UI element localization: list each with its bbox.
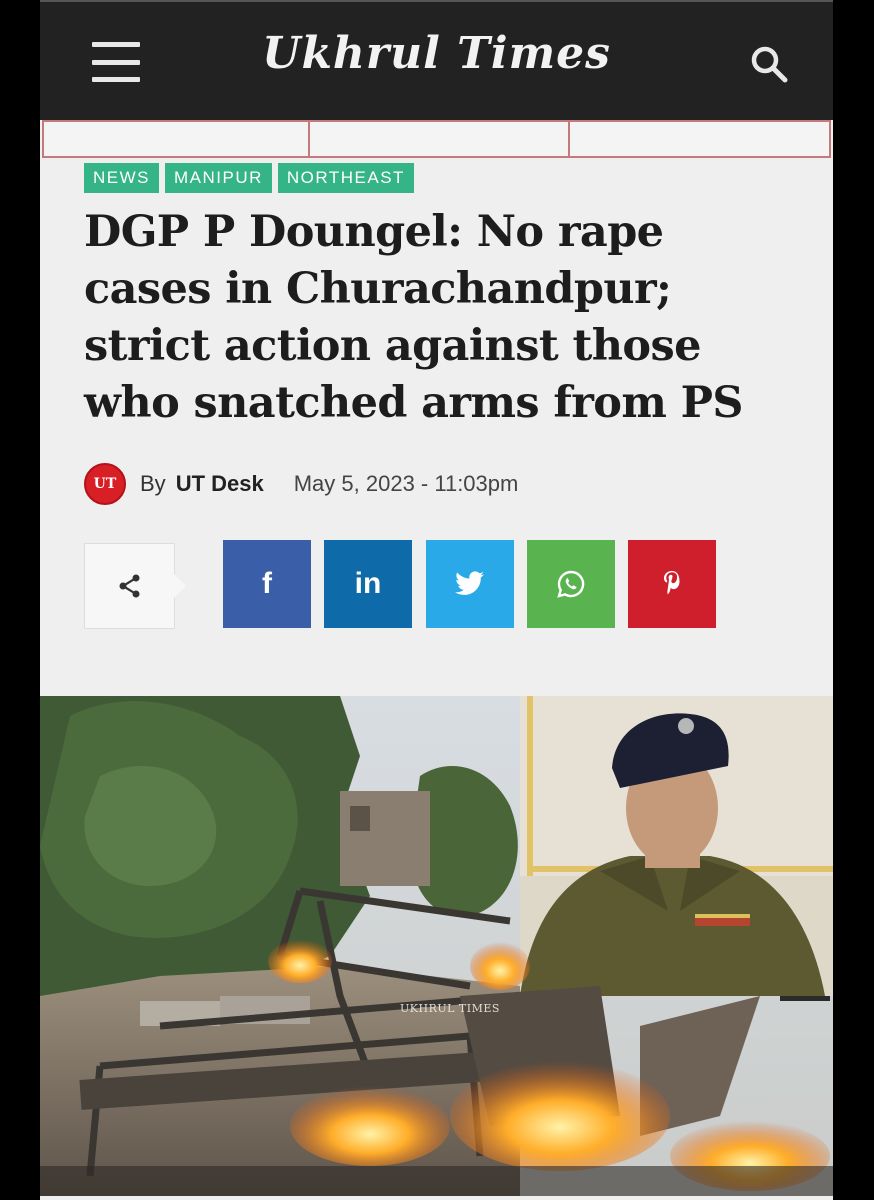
facebook-icon: f	[262, 567, 272, 600]
publish-date: May 5, 2023 - 11:03pm	[293, 471, 519, 496]
share-button[interactable]	[84, 543, 186, 629]
share-icon	[119, 574, 139, 598]
article-page: Ukhrul Times NEWS MANIPUR NORTHEAST DGP …	[40, 0, 833, 1200]
search-icon[interactable]	[747, 42, 791, 86]
headline-line: DGP P Doungel: No rape	[84, 207, 664, 257]
twitter-share-button[interactable]	[426, 540, 514, 628]
byline-prefix: By	[140, 471, 166, 496]
linkedin-icon: in	[354, 567, 382, 600]
pinterest-share-button[interactable]	[628, 540, 716, 628]
site-logo[interactable]: Ukhrul Times	[40, 28, 833, 79]
facebook-share-button[interactable]: f	[223, 540, 311, 628]
ad-banner-placeholder	[42, 120, 831, 158]
author-name[interactable]: UT Desk	[176, 471, 264, 497]
tag-news[interactable]: NEWS	[84, 163, 159, 193]
author-avatar[interactable]: UT	[84, 463, 126, 505]
headline-line: who snatched arms from PS	[84, 378, 743, 428]
article-featured-image[interactable]: UKHRUL TIMES	[40, 696, 833, 1196]
tag-manipur[interactable]: MANIPUR	[165, 163, 272, 193]
image-watermark: UKHRUL TIMES	[400, 1002, 500, 1015]
linkedin-share-button[interactable]: in	[324, 540, 412, 628]
article-headline: DGP P Doungel: No rape cases in Churacha…	[84, 204, 804, 432]
byline: UT By UT Desk May 5, 2023 - 11:03pm	[84, 462, 518, 506]
category-tags: NEWS MANIPUR NORTHEAST	[84, 163, 414, 193]
twitter-icon	[455, 571, 484, 595]
tag-northeast[interactable]: NORTHEAST	[277, 163, 414, 193]
whatsapp-share-button[interactable]	[527, 540, 615, 628]
burning-furniture-and-officer-photo	[40, 696, 833, 1196]
site-header: Ukhrul Times	[40, 0, 833, 120]
headline-line: strict action against those	[84, 321, 701, 371]
pinterest-icon	[664, 571, 680, 595]
headline-line: cases in Churachandpur;	[84, 264, 672, 314]
whatsapp-icon	[557, 570, 585, 598]
